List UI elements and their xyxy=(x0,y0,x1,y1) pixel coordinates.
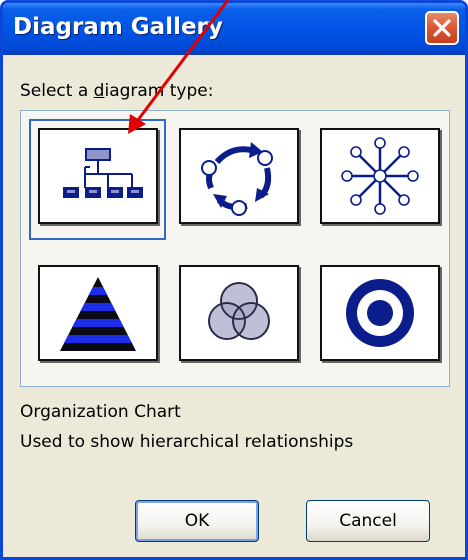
access-key-letter: d xyxy=(93,81,105,101)
diagram-tile-venn[interactable] xyxy=(179,265,299,361)
diagram-type-gallery xyxy=(20,110,450,387)
title-bar[interactable]: Diagram Gallery xyxy=(3,3,465,55)
cancel-button[interactable]: Cancel xyxy=(306,500,430,542)
diagram-tile-cycle[interactable] xyxy=(179,128,299,224)
diagram-tile-organization-chart[interactable] xyxy=(38,128,158,224)
diagram-tile-pyramid[interactable] xyxy=(38,265,158,361)
close-button[interactable] xyxy=(425,11,459,45)
diagram-description-text: Used to show hierarchical relationships xyxy=(20,432,354,452)
ok-button[interactable]: OK xyxy=(135,500,259,542)
close-icon xyxy=(431,17,453,39)
diagram-name-label: Organization Chart xyxy=(20,402,181,422)
diagram-gallery-dialog: Diagram Gallery Select a diagram type: O… xyxy=(0,0,468,560)
diagram-tile-radial[interactable] xyxy=(320,128,440,224)
window-title: Diagram Gallery xyxy=(13,14,223,40)
diagram-tile-target[interactable] xyxy=(320,265,440,361)
diagram-type-prompt: Select a diagram type: xyxy=(20,81,214,101)
